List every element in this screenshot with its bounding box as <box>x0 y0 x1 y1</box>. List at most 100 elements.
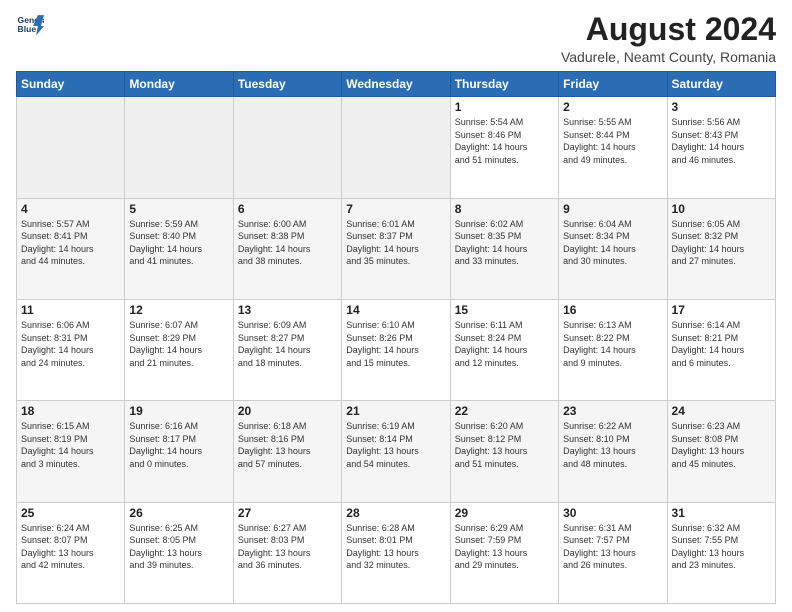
calendar-cell: 6 Sunrise: 6:00 AM Sunset: 8:38 PM Daylig… <box>233 198 341 299</box>
day-info: Sunrise: 6:32 AM Sunset: 7:55 PM Dayligh… <box>672 522 771 572</box>
day-number: 6 <box>238 202 337 216</box>
day-number: 5 <box>129 202 228 216</box>
main-title: August 2024 <box>561 12 776 47</box>
calendar-cell: 1 Sunrise: 5:54 AM Sunset: 8:46 PM Daylig… <box>450 97 558 198</box>
weekday-header-saturday: Saturday <box>667 72 775 97</box>
day-info: Sunrise: 6:09 AM Sunset: 8:27 PM Dayligh… <box>238 319 337 369</box>
calendar-cell: 13 Sunrise: 6:09 AM Sunset: 8:27 PM Dayli… <box>233 299 341 400</box>
calendar-cell: 17 Sunrise: 6:14 AM Sunset: 8:21 PM Dayli… <box>667 299 775 400</box>
day-number: 21 <box>346 404 445 418</box>
logo: General Blue <box>16 12 44 40</box>
calendar-cell: 11 Sunrise: 6:06 AM Sunset: 8:31 PM Dayli… <box>17 299 125 400</box>
day-info: Sunrise: 6:02 AM Sunset: 8:35 PM Dayligh… <box>455 218 554 268</box>
calendar-cell: 27Sunrise: 6:27 AM Sunset: 8:03 PM Dayli… <box>233 502 341 603</box>
day-number: 17 <box>672 303 771 317</box>
weekday-header-thursday: Thursday <box>450 72 558 97</box>
day-info: Sunrise: 6:18 AM Sunset: 8:16 PM Dayligh… <box>238 420 337 470</box>
calendar-cell: 2 Sunrise: 5:55 AM Sunset: 8:44 PM Daylig… <box>559 97 667 198</box>
calendar-cell <box>233 97 341 198</box>
day-info: Sunrise: 6:23 AM Sunset: 8:08 PM Dayligh… <box>672 420 771 470</box>
day-number: 22 <box>455 404 554 418</box>
day-info: Sunrise: 6:10 AM Sunset: 8:26 PM Dayligh… <box>346 319 445 369</box>
calendar-cell: 3Sunrise: 5:56 AM Sunset: 8:43 PM Daylig… <box>667 97 775 198</box>
weekday-header-tuesday: Tuesday <box>233 72 341 97</box>
day-info: Sunrise: 6:15 AM Sunset: 8:19 PM Dayligh… <box>21 420 120 470</box>
day-info: Sunrise: 6:13 AM Sunset: 8:22 PM Dayligh… <box>563 319 662 369</box>
day-info: Sunrise: 5:57 AM Sunset: 8:41 PM Dayligh… <box>21 218 120 268</box>
day-number: 7 <box>346 202 445 216</box>
calendar-cell: 5 Sunrise: 5:59 AM Sunset: 8:40 PM Daylig… <box>125 198 233 299</box>
calendar-cell: 8 Sunrise: 6:02 AM Sunset: 8:35 PM Daylig… <box>450 198 558 299</box>
page: General Blue August 2024 Vadurele, Neamt… <box>0 0 792 612</box>
day-number: 1 <box>455 100 554 114</box>
calendar-cell: 30Sunrise: 6:31 AM Sunset: 7:57 PM Dayli… <box>559 502 667 603</box>
calendar-cell <box>17 97 125 198</box>
day-number: 8 <box>455 202 554 216</box>
day-info: Sunrise: 6:14 AM Sunset: 8:21 PM Dayligh… <box>672 319 771 369</box>
day-number: 18 <box>21 404 120 418</box>
calendar-cell: 4Sunrise: 5:57 AM Sunset: 8:41 PM Daylig… <box>17 198 125 299</box>
calendar-cell: 19 Sunrise: 6:16 AM Sunset: 8:17 PM Dayli… <box>125 401 233 502</box>
day-info: Sunrise: 5:54 AM Sunset: 8:46 PM Dayligh… <box>455 116 554 166</box>
calendar-cell: 20Sunrise: 6:18 AM Sunset: 8:16 PM Dayli… <box>233 401 341 502</box>
day-info: Sunrise: 6:28 AM Sunset: 8:01 PM Dayligh… <box>346 522 445 572</box>
calendar-week-row: 1 Sunrise: 5:54 AM Sunset: 8:46 PM Daylig… <box>17 97 776 198</box>
day-number: 2 <box>563 100 662 114</box>
day-info: Sunrise: 6:22 AM Sunset: 8:10 PM Dayligh… <box>563 420 662 470</box>
calendar-cell: 25Sunrise: 6:24 AM Sunset: 8:07 PM Dayli… <box>17 502 125 603</box>
day-number: 31 <box>672 506 771 520</box>
day-info: Sunrise: 6:06 AM Sunset: 8:31 PM Dayligh… <box>21 319 120 369</box>
weekday-header-sunday: Sunday <box>17 72 125 97</box>
calendar-cell: 7 Sunrise: 6:01 AM Sunset: 8:37 PM Daylig… <box>342 198 450 299</box>
day-number: 27 <box>238 506 337 520</box>
calendar-header-row: SundayMondayTuesdayWednesdayThursdayFrid… <box>17 72 776 97</box>
calendar-cell: 12 Sunrise: 6:07 AM Sunset: 8:29 PM Dayli… <box>125 299 233 400</box>
day-number: 9 <box>563 202 662 216</box>
calendar-cell: 22 Sunrise: 6:20 AM Sunset: 8:12 PM Dayli… <box>450 401 558 502</box>
day-info: Sunrise: 6:04 AM Sunset: 8:34 PM Dayligh… <box>563 218 662 268</box>
day-info: Sunrise: 6:01 AM Sunset: 8:37 PM Dayligh… <box>346 218 445 268</box>
day-number: 26 <box>129 506 228 520</box>
weekday-header-monday: Monday <box>125 72 233 97</box>
calendar-week-row: 4Sunrise: 5:57 AM Sunset: 8:41 PM Daylig… <box>17 198 776 299</box>
day-number: 3 <box>672 100 771 114</box>
day-number: 13 <box>238 303 337 317</box>
day-info: Sunrise: 6:20 AM Sunset: 8:12 PM Dayligh… <box>455 420 554 470</box>
calendar-cell <box>125 97 233 198</box>
calendar-cell: 31 Sunrise: 6:32 AM Sunset: 7:55 PM Dayli… <box>667 502 775 603</box>
calendar-week-row: 18 Sunrise: 6:15 AM Sunset: 8:19 PM Dayli… <box>17 401 776 502</box>
day-number: 19 <box>129 404 228 418</box>
calendar-week-row: 11 Sunrise: 6:06 AM Sunset: 8:31 PM Dayli… <box>17 299 776 400</box>
weekday-header-friday: Friday <box>559 72 667 97</box>
calendar-cell: 18 Sunrise: 6:15 AM Sunset: 8:19 PM Dayli… <box>17 401 125 502</box>
day-number: 30 <box>563 506 662 520</box>
day-info: Sunrise: 6:24 AM Sunset: 8:07 PM Dayligh… <box>21 522 120 572</box>
subtitle: Vadurele, Neamt County, Romania <box>561 49 776 65</box>
day-info: Sunrise: 6:11 AM Sunset: 8:24 PM Dayligh… <box>455 319 554 369</box>
day-number: 23 <box>563 404 662 418</box>
day-number: 16 <box>563 303 662 317</box>
calendar-cell: 9 Sunrise: 6:04 AM Sunset: 8:34 PM Daylig… <box>559 198 667 299</box>
day-info: Sunrise: 5:55 AM Sunset: 8:44 PM Dayligh… <box>563 116 662 166</box>
calendar-cell: 15 Sunrise: 6:11 AM Sunset: 8:24 PM Dayli… <box>450 299 558 400</box>
day-number: 15 <box>455 303 554 317</box>
calendar-cell: 23 Sunrise: 6:22 AM Sunset: 8:10 PM Dayli… <box>559 401 667 502</box>
day-info: Sunrise: 5:59 AM Sunset: 8:40 PM Dayligh… <box>129 218 228 268</box>
day-number: 12 <box>129 303 228 317</box>
day-info: Sunrise: 6:00 AM Sunset: 8:38 PM Dayligh… <box>238 218 337 268</box>
calendar-cell: 26 Sunrise: 6:25 AM Sunset: 8:05 PM Dayli… <box>125 502 233 603</box>
day-number: 11 <box>21 303 120 317</box>
calendar-week-row: 25Sunrise: 6:24 AM Sunset: 8:07 PM Dayli… <box>17 502 776 603</box>
day-info: Sunrise: 6:16 AM Sunset: 8:17 PM Dayligh… <box>129 420 228 470</box>
day-number: 28 <box>346 506 445 520</box>
calendar-cell: 28 Sunrise: 6:28 AM Sunset: 8:01 PM Dayli… <box>342 502 450 603</box>
day-number: 14 <box>346 303 445 317</box>
day-number: 29 <box>455 506 554 520</box>
day-info: Sunrise: 6:05 AM Sunset: 8:32 PM Dayligh… <box>672 218 771 268</box>
calendar-cell <box>342 97 450 198</box>
day-info: Sunrise: 6:19 AM Sunset: 8:14 PM Dayligh… <box>346 420 445 470</box>
day-info: Sunrise: 6:25 AM Sunset: 8:05 PM Dayligh… <box>129 522 228 572</box>
day-info: Sunrise: 6:29 AM Sunset: 7:59 PM Dayligh… <box>455 522 554 572</box>
day-info: Sunrise: 6:07 AM Sunset: 8:29 PM Dayligh… <box>129 319 228 369</box>
calendar-table: SundayMondayTuesdayWednesdayThursdayFrid… <box>16 71 776 604</box>
